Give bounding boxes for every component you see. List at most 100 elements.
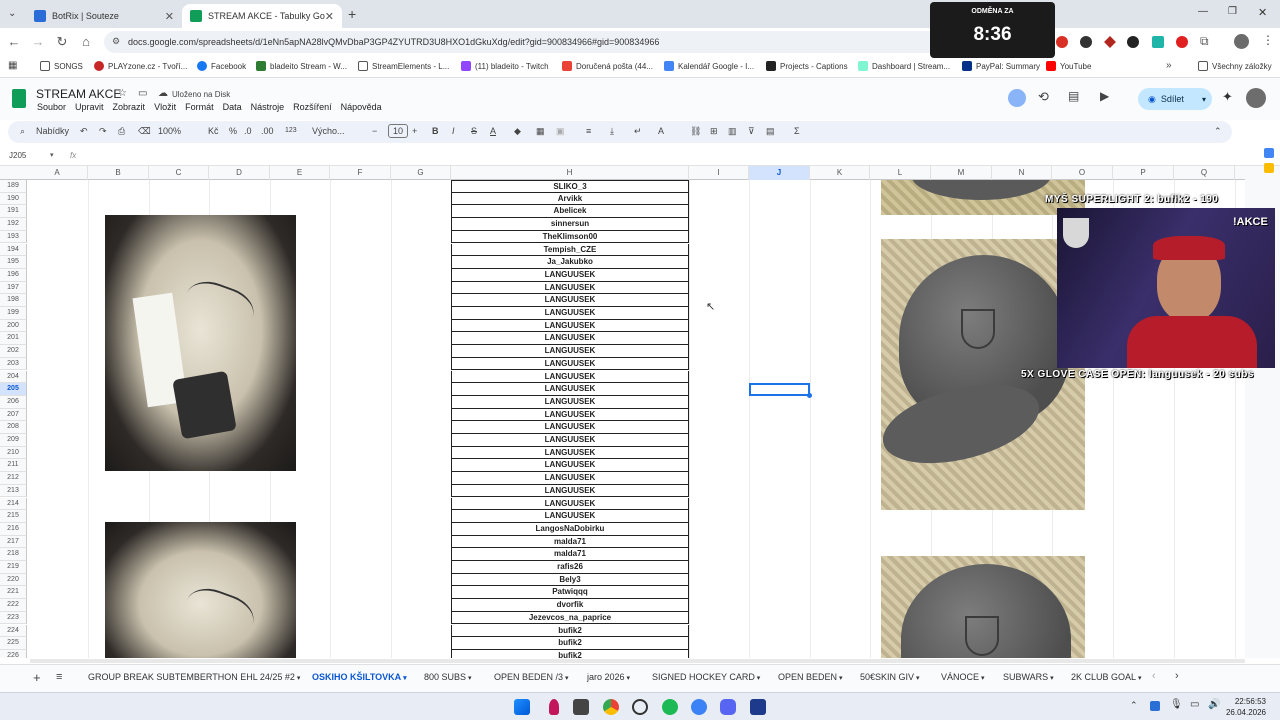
chevron-down-icon[interactable]: ▾: [1202, 95, 1206, 104]
cell-H[interactable]: LANGUUSEK: [451, 421, 689, 434]
spotify-icon[interactable]: [662, 699, 678, 715]
bookmark-item[interactable]: Projects - Captions: [766, 61, 848, 71]
taskbar-app-icon[interactable]: [750, 699, 766, 715]
scroll-tabs-right-icon[interactable]: ›: [1175, 670, 1179, 682]
row-header[interactable]: 197: [0, 281, 27, 295]
row-header[interactable]: 195: [0, 256, 27, 269]
sheet-tab-menu-icon[interactable]: ▾: [466, 675, 472, 682]
cell-H[interactable]: sinnersun: [451, 218, 689, 231]
tray-overflow-icon[interactable]: ⌃: [1130, 700, 1138, 711]
search-icon[interactable]: ⌕: [20, 126, 25, 137]
start-menu-icon[interactable]: [514, 699, 530, 715]
cell-H[interactable]: LANGUUSEK: [451, 357, 689, 371]
insert-chart-icon[interactable]: ▥: [728, 126, 737, 137]
share-button[interactable]: ◉ Sdílet ▾: [1138, 88, 1212, 110]
sheet-tab[interactable]: 50€SKIN GIV ▾: [860, 672, 920, 682]
bookmark-item[interactable]: YouTube: [1046, 61, 1091, 71]
sheet-tab[interactable]: jaro 2026 ▾: [587, 672, 630, 682]
collapse-toolbar-icon[interactable]: ⌃: [1214, 126, 1222, 137]
sheet-tab-menu-icon[interactable]: ▾: [1136, 675, 1142, 682]
sheets-logo-icon[interactable]: [12, 89, 26, 108]
all-sheets-icon[interactable]: ≡: [56, 671, 62, 683]
bold-icon[interactable]: B: [432, 126, 439, 136]
row-header[interactable]: 208: [0, 421, 27, 434]
row-header[interactable]: 214: [0, 497, 27, 511]
vertical-align-icon[interactable]: ⤓: [610, 126, 614, 137]
meet-icon[interactable]: ▶: [1100, 89, 1109, 103]
extension-icon[interactable]: [1152, 36, 1164, 48]
home-icon[interactable]: ⌂: [78, 34, 94, 50]
row-header[interactable]: 200: [0, 319, 27, 333]
site-info-icon[interactable]: ⚙: [112, 36, 120, 47]
cell-H[interactable]: Jezevcos_na_paprice: [451, 611, 689, 625]
text-rotation-icon[interactable]: A: [658, 126, 664, 136]
all-bookmarks[interactable]: Všechny záložky: [1198, 61, 1272, 71]
extension-icon[interactable]: [1104, 36, 1116, 48]
close-window-icon[interactable]: ✕: [1258, 6, 1267, 19]
tray-app-icon[interactable]: [1150, 701, 1160, 711]
address-bar[interactable]: ⚙ docs.google.com/spreadsheets/d/1eNn5ap…: [104, 31, 944, 53]
print-icon[interactable]: ⎙: [118, 126, 125, 137]
borders-icon[interactable]: ▦: [536, 126, 545, 137]
column-header-B[interactable]: B: [88, 166, 149, 180]
cell-H[interactable]: LANGUUSEK: [451, 294, 689, 307]
row-header[interactable]: 194: [0, 243, 27, 257]
gemini-avatar-icon[interactable]: [1008, 89, 1026, 107]
column-header-I[interactable]: I: [689, 166, 749, 180]
bookmark-item[interactable]: StreamElements - L...: [358, 61, 449, 71]
row-header[interactable]: 226: [0, 649, 27, 658]
more-bookmarks-icon[interactable]: »: [1166, 60, 1172, 71]
insert-comment-icon[interactable]: ⊞: [710, 126, 718, 137]
row-header[interactable]: 205: [0, 383, 27, 396]
row-header[interactable]: 209: [0, 434, 27, 447]
horizontal-align-icon[interactable]: ≡: [586, 126, 591, 136]
sheet-tab[interactable]: SUBWARS ▾: [1003, 672, 1054, 682]
sheet-tab[interactable]: GROUP BREAK SUBTEMBERTHON EHL 24/25 #2 ▾: [88, 672, 300, 682]
bookmark-item[interactable]: PLAYzone.cz - Tvoří...: [94, 61, 187, 71]
extension-icon[interactable]: [1056, 36, 1068, 48]
cell-H[interactable]: malda71: [451, 548, 689, 561]
cell-H[interactable]: LANGUUSEK: [451, 408, 689, 422]
redo-icon[interactable]: ↷: [99, 126, 107, 137]
sheet-tab-menu-icon[interactable]: ▾: [1048, 675, 1054, 682]
cell-H[interactable]: Ja_Jakubko: [451, 256, 689, 269]
taskbar-app-icon[interactable]: [573, 699, 589, 715]
cell-H[interactable]: LANGUUSEK: [451, 395, 689, 409]
extension-icon[interactable]: [1176, 36, 1188, 48]
sheet-tab[interactable]: OPEN BEDEN ▾: [778, 672, 842, 682]
row-header[interactable]: 189: [0, 180, 27, 193]
strikethrough-icon[interactable]: S: [471, 126, 477, 136]
sheet-tab[interactable]: VÁNOCE ▾: [941, 672, 984, 682]
column-header-H[interactable]: H: [451, 166, 689, 180]
horizontal-scrollbar[interactable]: [30, 659, 1245, 663]
sheet-tab[interactable]: OPEN BEDEN /3 ▾: [494, 672, 569, 682]
row-header[interactable]: 198: [0, 294, 27, 307]
row-header[interactable]: 193: [0, 230, 27, 244]
calendar-addon-icon[interactable]: [1264, 148, 1274, 158]
sheet-tab-menu-icon[interactable]: ▾: [979, 675, 985, 682]
taskbar-app-icon[interactable]: [632, 699, 648, 715]
percent-format[interactable]: %: [229, 126, 237, 136]
keep-addon-icon[interactable]: [1264, 163, 1274, 173]
decrease-decimal[interactable]: .0: [244, 126, 252, 136]
cell-H[interactable]: LANGUUSEK: [451, 510, 689, 523]
volume-icon[interactable]: 🔊: [1208, 699, 1220, 710]
sheet-tab-menu-icon[interactable]: ▾: [625, 675, 630, 682]
filter-icon[interactable]: ⊽: [748, 126, 755, 137]
row-header[interactable]: 225: [0, 637, 27, 650]
move-folder-icon[interactable]: ▭: [138, 88, 147, 99]
row-header[interactable]: 206: [0, 395, 27, 409]
maximize-window-icon[interactable]: ❐: [1228, 6, 1237, 17]
row-header[interactable]: 207: [0, 408, 27, 422]
chrome-icon[interactable]: [603, 699, 619, 715]
column-header-M[interactable]: M: [931, 166, 992, 180]
sheet-tab[interactable]: 2K CLUB GOAL ▾: [1071, 672, 1142, 682]
discord-icon[interactable]: [720, 699, 736, 715]
cell-H[interactable]: LANGUUSEK: [451, 268, 689, 282]
font-size-increase-icon[interactable]: +: [412, 126, 417, 136]
cell-H[interactable]: TheKlimson00: [451, 230, 689, 244]
taskbar-app-icon[interactable]: [549, 699, 559, 715]
menu-item[interactable]: Vložit: [154, 102, 176, 112]
row-header[interactable]: 222: [0, 599, 27, 612]
paint-format-icon[interactable]: ⌫: [138, 126, 151, 137]
